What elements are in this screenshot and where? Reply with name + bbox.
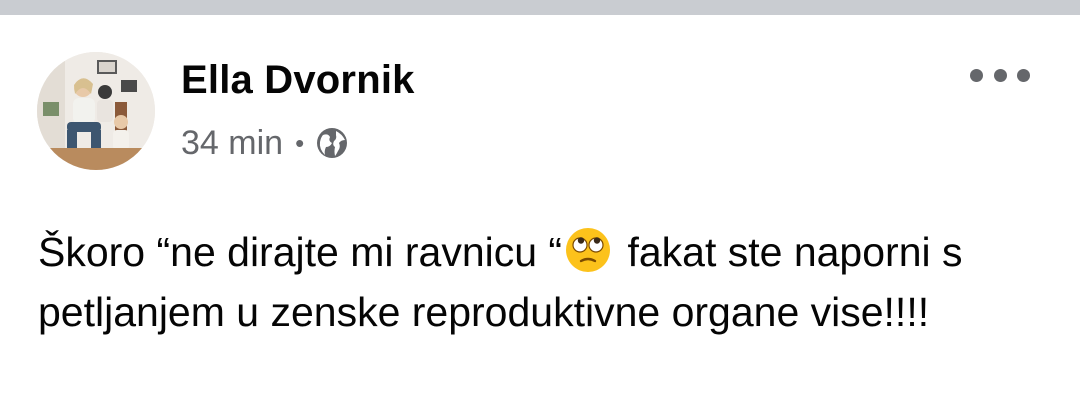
post-author-name[interactable]: Ella Dvornik (181, 58, 415, 103)
more-dot (1017, 68, 1030, 82)
author-avatar[interactable] (37, 52, 155, 170)
globe-icon[interactable] (314, 125, 350, 161)
post-meta: 34 min • (181, 123, 350, 163)
post-message: Škoro “ne dirajte mi ravnicu “ fakat ste… (38, 222, 1048, 342)
avatar-photo (37, 52, 155, 170)
message-text-part1: Škoro “ne dirajte mi ravnicu “ (38, 229, 563, 275)
more-dot (993, 68, 1007, 82)
meta-separator: • (295, 127, 305, 158)
post-card: Ella Dvornik 34 min • Škoro “ne dirajte … (0, 15, 1080, 415)
post-timestamp[interactable]: 34 min (181, 124, 283, 163)
more-dot (970, 68, 983, 82)
face-with-rolling-eyes-icon (566, 228, 611, 272)
top-divider-strip (0, 0, 1080, 15)
more-options-button[interactable] (970, 63, 1030, 87)
